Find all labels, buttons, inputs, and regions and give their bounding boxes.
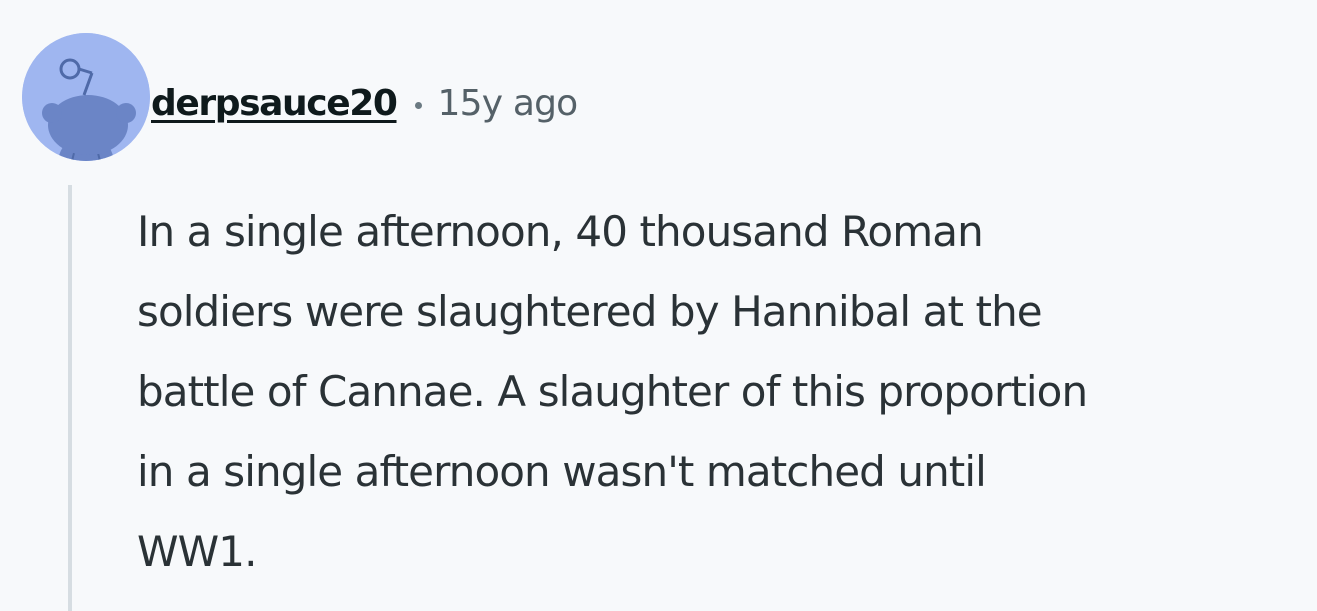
comment-body: In a single afternoon, 40 thousand Roman… [137, 192, 1317, 592]
username-link[interactable]: derpsauce20 [151, 83, 398, 124]
snoo-avatar-icon [22, 33, 150, 161]
comment-body-line: in a single afternoon wasn't matched unt… [137, 447, 987, 496]
comment-body-line: soldiers were slaughtered by Hannibal at… [137, 287, 1043, 336]
avatar[interactable] [22, 33, 150, 161]
comment-meta: derpsauce20 15y ago [151, 78, 579, 128]
separator-dot [414, 101, 422, 109]
comment-body-line: WW1. [137, 527, 257, 576]
comment: derpsauce20 15y ago In a single afternoo… [0, 0, 1317, 611]
timestamp: 15y ago [437, 82, 579, 124]
comment-body-line: battle of Cannae. A slaughter of this pr… [137, 367, 1088, 416]
thread-line[interactable] [68, 185, 72, 611]
comment-body-line: In a single afternoon, 40 thousand Roman [137, 207, 984, 256]
